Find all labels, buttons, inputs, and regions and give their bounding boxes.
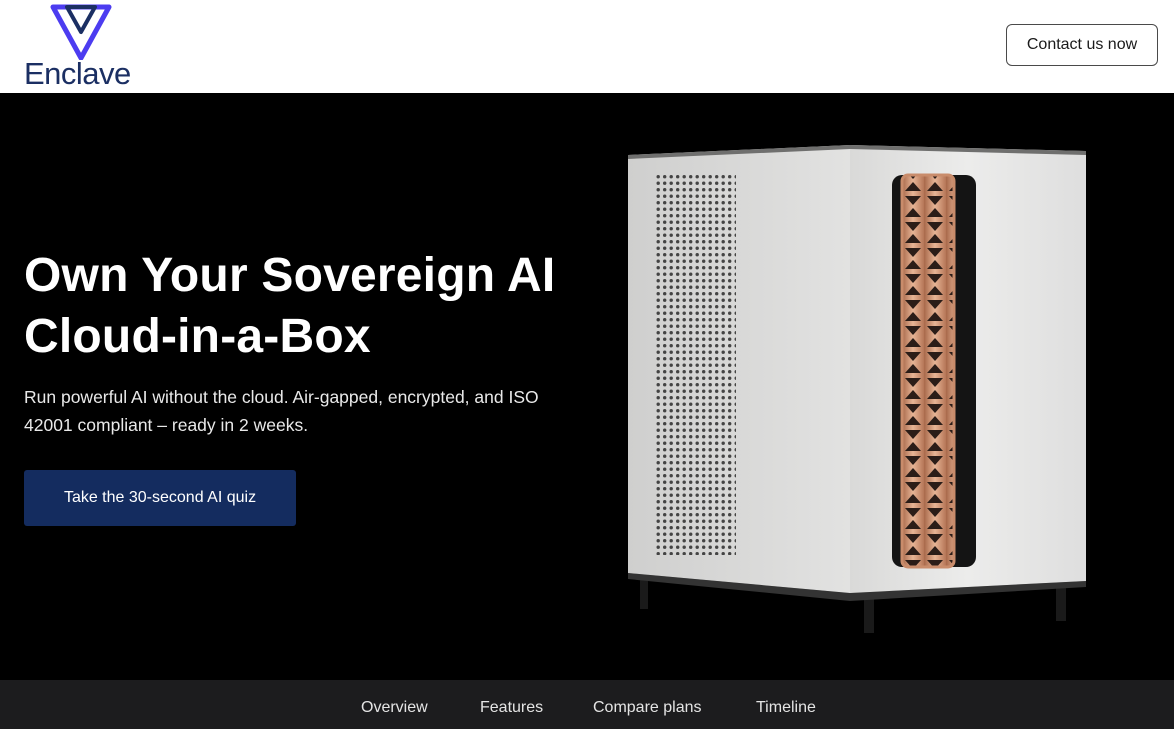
hero-section: Own Your Sovereign AI Cloud-in-a-Box Run… bbox=[0, 93, 1174, 680]
hero-subtitle: Run powerful AI without the cloud. Air-g… bbox=[24, 387, 539, 435]
enclave-server-box-image bbox=[616, 141, 1096, 641]
contact-us-button[interactable]: Contact us now bbox=[1006, 24, 1158, 66]
nav-item-compare-plans[interactable]: Compare plans bbox=[593, 699, 702, 717]
nav-item-timeline[interactable]: Timeline bbox=[756, 699, 816, 717]
nav-item-overview[interactable]: Overview bbox=[361, 699, 428, 717]
nav-item-features[interactable]: Features bbox=[480, 699, 543, 717]
section-nav-bar: Overview Features Compare plans Timeline bbox=[0, 680, 1174, 729]
brand-logo[interactable]: Enclave bbox=[24, 4, 138, 91]
hero-title-line-2: Cloud-in-a-Box bbox=[24, 310, 371, 363]
enclave-triangle-logo-icon bbox=[50, 4, 112, 60]
brand-name: Enclave bbox=[24, 56, 131, 91]
hero-title: Own Your Sovereign AI Cloud-in-a-Box bbox=[24, 245, 604, 367]
hero-title-line-1: Own Your Sovereign AI bbox=[24, 249, 556, 302]
site-header: Enclave Contact us now bbox=[0, 0, 1174, 93]
ai-quiz-button[interactable]: Take the 30-second AI quiz bbox=[24, 470, 296, 526]
